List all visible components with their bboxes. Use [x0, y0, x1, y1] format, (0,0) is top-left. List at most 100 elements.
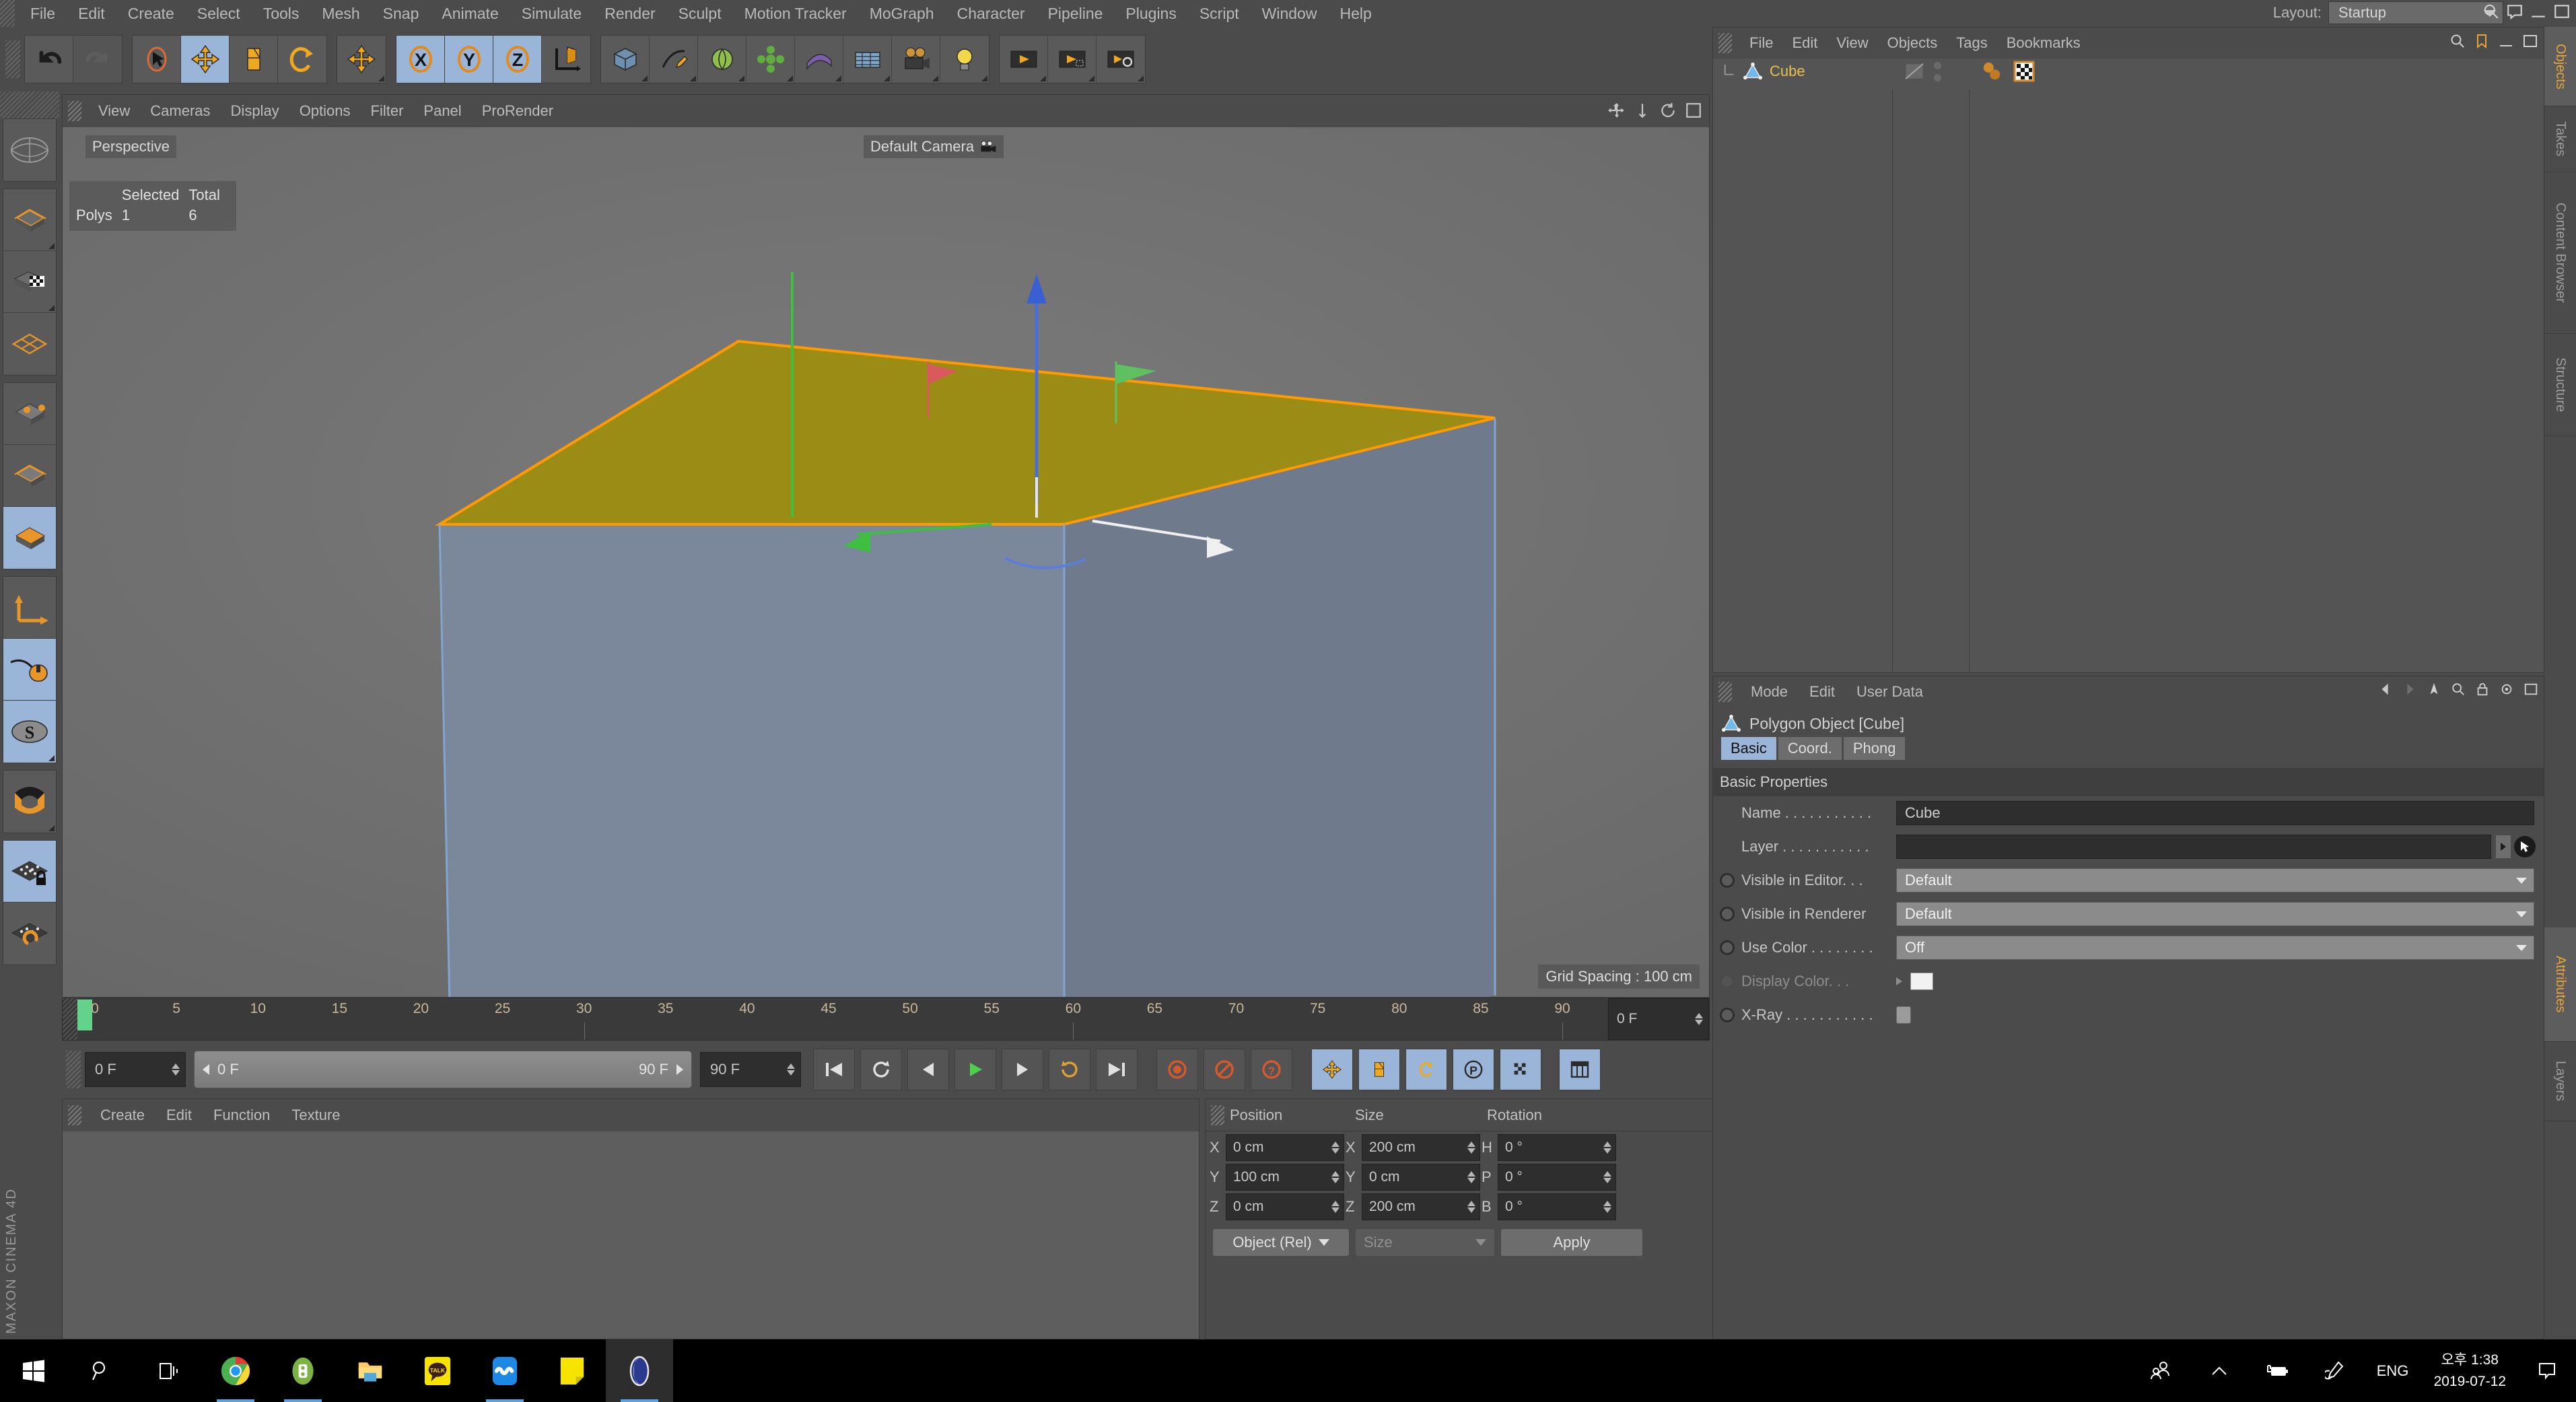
axis-z-icon[interactable]: Z [493, 36, 542, 83]
render-region-icon[interactable] [1048, 36, 1096, 83]
menu-item-mesh[interactable]: Mesh [310, 0, 371, 27]
nav-forward-icon[interactable] [2402, 682, 2417, 697]
layout-select[interactable]: Startup [2328, 1, 2503, 24]
animbar-grip[interactable] [66, 1051, 81, 1088]
right-tab-structure[interactable]: Structure [2544, 334, 2576, 436]
property-toggle-displaycolor[interactable] [1720, 974, 1735, 989]
coord-position-x-field[interactable]: 0 cm [1226, 1134, 1344, 1161]
notification-icon[interactable] [2518, 1339, 2576, 1402]
search-icon[interactable] [67, 1339, 135, 1402]
scale-key-button[interactable] [1358, 1049, 1400, 1090]
axis-x-icon[interactable]: X [396, 36, 445, 83]
menu-item-file[interactable]: File [19, 0, 67, 27]
deformer-icon[interactable] [795, 36, 843, 83]
attribute-tab-coord[interactable]: Coord. [1778, 737, 1842, 760]
spinner-icon[interactable] [1603, 1142, 1611, 1154]
property-input-name[interactable]: Cube [1896, 801, 2534, 825]
memo-icon[interactable] [538, 1339, 606, 1402]
rotate-tool-icon[interactable] [278, 36, 326, 83]
property-toggle-visibleinrenderer[interactable] [1720, 907, 1735, 921]
material-tag-icon[interactable] [1981, 61, 2004, 81]
texture-tag-icon[interactable] [2013, 61, 2035, 82]
object-menu-file[interactable]: File [1740, 34, 1782, 52]
search-icon[interactable] [2482, 3, 2500, 20]
object-manager-grip[interactable] [1718, 33, 1732, 53]
viewport-camera-label[interactable]: Default Camera [864, 135, 1004, 158]
object-menu-objects[interactable]: Objects [1878, 34, 1947, 52]
material-manager-grip[interactable] [68, 1105, 81, 1125]
redo-icon[interactable] [73, 36, 122, 83]
object-menu-view[interactable]: View [1827, 34, 1877, 52]
menu-item-mograph[interactable]: MoGraph [858, 0, 946, 27]
maximize-view-icon[interactable] [1685, 102, 1702, 119]
property-select-visibleinrenderer[interactable]: Default [1896, 902, 2534, 926]
play-forward-button[interactable] [954, 1049, 996, 1090]
menu-item-snap[interactable]: Snap [372, 0, 431, 27]
spinner-icon[interactable] [1331, 1171, 1339, 1183]
people-icon[interactable] [2132, 1339, 2190, 1402]
object-row-cube[interactable]: Cube [1713, 59, 2544, 84]
search-icon[interactable] [2451, 682, 2466, 697]
left-palette-grip[interactable] [0, 92, 59, 118]
menu-item-character[interactable]: Character [946, 0, 1037, 27]
coord-rotation-h-field[interactable]: 0 ° [1498, 1134, 1616, 1161]
range-end-arrow-icon[interactable] [675, 1063, 685, 1076]
camera-icon[interactable] [892, 36, 940, 83]
menu-item-sculpt[interactable]: Sculpt [667, 0, 733, 27]
object-menu-edit[interactable]: Edit [1782, 34, 1827, 52]
viewport-menu-panel[interactable]: Panel [413, 95, 471, 127]
minimize-icon[interactable] [2498, 33, 2514, 49]
object-menu-bookmarks[interactable]: Bookmarks [1997, 34, 2090, 52]
object-menu-tags[interactable]: Tags [1947, 34, 1996, 52]
material-menu-edit[interactable]: Edit [155, 1107, 203, 1124]
show-hidden-icons-icon[interactable] [2190, 1339, 2248, 1402]
property-color-swatch[interactable] [1910, 973, 1933, 990]
coord-position-y-field[interactable]: 100 cm [1226, 1164, 1344, 1191]
timeline-frame-field[interactable]: 0 F [1608, 998, 1709, 1040]
toolbar-grip[interactable] [5, 40, 20, 78]
cinema4d-icon[interactable] [606, 1339, 673, 1402]
language-indicator[interactable]: ENG [2364, 1339, 2422, 1402]
coord-size-dropdown[interactable]: Size [1355, 1228, 1495, 1257]
preview-range-bar[interactable]: 0 F 90 F [194, 1051, 692, 1088]
planar-workplane-icon[interactable] [3, 903, 56, 965]
light-icon[interactable] [940, 36, 989, 83]
axis-y-icon[interactable]: Y [445, 36, 493, 83]
scale-tool-icon[interactable] [230, 36, 278, 83]
viewport-canvas[interactable]: Perspective Default Camera Selected Tota… [63, 127, 1709, 997]
menu-item-edit[interactable]: Edit [67, 0, 116, 27]
timeline-grip[interactable] [63, 998, 77, 1040]
render-settings-icon[interactable] [1096, 36, 1145, 83]
menu-item-window[interactable]: Window [1251, 0, 1329, 27]
property-toggle-visibleineditor[interactable] [1720, 873, 1735, 888]
viewport-globe-icon[interactable] [3, 119, 56, 181]
right-tab-content-browser[interactable]: Content Browser [2544, 172, 2576, 334]
array-icon[interactable] [746, 36, 795, 83]
spinner-icon[interactable] [172, 1063, 180, 1076]
menu-item-animate[interactable]: Animate [430, 0, 510, 27]
property-select-visibleineditor[interactable]: Default [1896, 868, 2534, 892]
spinner-icon[interactable] [1467, 1142, 1475, 1154]
kakaotalk-icon[interactable]: TALK [404, 1339, 471, 1402]
viewport-menu-display[interactable]: Display [221, 95, 289, 127]
rotate-view-icon[interactable] [1659, 102, 1677, 119]
material-menu-texture[interactable]: Texture [281, 1107, 351, 1124]
nurbs-icon[interactable] [698, 36, 746, 83]
current-frame-marker[interactable] [77, 1000, 92, 1030]
go-to-end-button[interactable] [1096, 1049, 1138, 1090]
live-selection-icon[interactable] [133, 36, 181, 83]
move-alt-icon[interactable] [337, 36, 386, 83]
menu-item-script[interactable]: Script [1188, 0, 1251, 27]
rotation-key-button[interactable] [1405, 1049, 1447, 1090]
spinner-icon[interactable] [1467, 1171, 1475, 1183]
right-tab-takes[interactable]: Takes [2544, 106, 2576, 172]
world-object-coordinate-icon[interactable] [542, 36, 590, 83]
menu-item-simulate[interactable]: Simulate [510, 0, 593, 27]
chrome-icon[interactable] [202, 1339, 269, 1402]
loop-playback-button[interactable] [1049, 1049, 1090, 1090]
viewport-grip[interactable] [68, 101, 81, 121]
play-backwards-loop-button[interactable] [860, 1049, 902, 1090]
property-select-usecolor[interactable]: Off [1896, 936, 2534, 960]
spinner-icon[interactable] [1331, 1142, 1339, 1154]
position-key-button[interactable] [1311, 1049, 1353, 1090]
